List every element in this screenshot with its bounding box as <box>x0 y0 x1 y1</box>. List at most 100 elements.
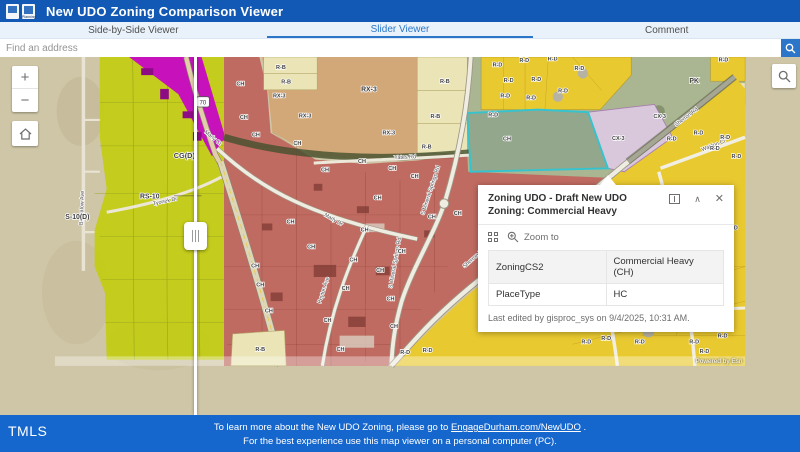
feature-popup: Zoning UDO - Draft New UDO Zoning: Comme… <box>478 185 734 332</box>
zone-label: R-D <box>500 94 510 100</box>
zone-label: R-D <box>720 135 730 141</box>
zone-label: R-D <box>531 77 541 83</box>
zone-label: R-B <box>276 65 286 71</box>
zone-label: CG(D) <box>174 151 196 160</box>
collapse-popup-button[interactable]: ∧ <box>694 195 701 204</box>
zone-label: RX-3 <box>382 131 395 137</box>
tab-comment[interactable]: Comment <box>533 22 800 38</box>
zone-label: R-D <box>581 339 591 345</box>
address-search-input[interactable] <box>0 39 781 57</box>
zone-label: CH <box>256 282 264 288</box>
app-footer: TMLS To learn more about the New UDO Zon… <box>0 415 800 452</box>
zone-label: CH <box>324 318 332 324</box>
zone-label: R-D <box>689 339 699 345</box>
map-canvas[interactable]: 70 <box>0 57 800 415</box>
zone-label: CH <box>398 249 406 255</box>
zone-label: CH <box>336 347 344 353</box>
zone-label: R-D <box>504 78 514 84</box>
zone-label: RX-3 <box>361 87 377 94</box>
durham-city-logo-icon <box>6 4 19 19</box>
zone-label: CH <box>236 81 244 87</box>
zone-label: CH <box>252 132 260 138</box>
engage-durham-link[interactable]: EngageDurham.com/NewUDO <box>451 422 581 433</box>
zone-label: R-D <box>558 88 568 94</box>
road-label: Yates Rd <box>394 154 416 161</box>
zone-label: CH <box>321 168 329 174</box>
zone-label: CH <box>349 257 357 263</box>
zone-label: R-D <box>575 66 585 72</box>
app-window: Planning New UDO Zoning Comparison Viewe… <box>0 0 800 452</box>
zone-label: CH <box>307 245 315 251</box>
swipe-slider-handle[interactable] <box>184 222 207 250</box>
page-title: New UDO Zoning Comparison Viewer <box>46 4 283 19</box>
home-icon <box>19 128 32 140</box>
dock-popup-button[interactable] <box>669 194 680 204</box>
zone-label: R-B <box>255 347 265 353</box>
zone-label: R-D <box>635 339 645 345</box>
zoom-to-button[interactable]: Zoom to <box>507 231 559 243</box>
zone-label: CX-3 <box>653 114 666 120</box>
tab-side-by-side-viewer[interactable]: Side-by-Side Viewer <box>0 22 267 38</box>
zone-label: CH <box>411 174 419 180</box>
zone-label: R-D <box>488 113 498 119</box>
zone-label: R-D <box>519 58 529 64</box>
home-button[interactable] <box>12 121 38 146</box>
app-header: Planning New UDO Zoning Comparison Viewe… <box>0 0 800 22</box>
zone-label: RX-3 <box>273 94 286 100</box>
planning-logo-icon: Planning <box>22 4 35 19</box>
zone-label: R-D <box>694 131 704 137</box>
zone-label: CH <box>361 227 369 233</box>
zone-label: CH <box>265 308 273 314</box>
popup-pointer <box>600 175 616 185</box>
zone-label: R-B <box>281 80 291 86</box>
zone-label: R-D <box>423 348 433 354</box>
zone-label: R-D <box>548 57 558 62</box>
tab-slider-viewer[interactable]: Slider Viewer <box>267 22 534 38</box>
route-70-shield: 70 <box>196 97 209 107</box>
zone-label: R-D <box>719 57 729 63</box>
zone-label: CH <box>293 141 301 147</box>
field-name: PlaceType <box>489 284 607 306</box>
zone-label: CX-3 <box>612 136 625 142</box>
field-value: Commercial Heavy (CH) <box>606 251 724 284</box>
zone-label: R-D <box>601 336 611 342</box>
zone-label: R-D <box>732 154 742 160</box>
zone-label: R-D <box>493 62 503 68</box>
zone-label: R-B <box>422 144 432 150</box>
field-value: HC <box>606 284 724 306</box>
zone-label: CH <box>388 166 396 172</box>
zone-label: RS-10 <box>140 193 160 200</box>
zone-label: R-D <box>400 350 410 356</box>
zone-label: R-D <box>700 349 710 355</box>
zone-label: R-D <box>526 95 536 101</box>
map-search-button[interactable] <box>772 64 796 88</box>
zone-label: CH <box>286 219 294 225</box>
zone-label: CH <box>358 159 366 165</box>
map-attribution: Powered by Esri <box>695 358 742 365</box>
search-icon <box>785 43 796 54</box>
svg-text:70: 70 <box>200 100 207 106</box>
zoom-in-button[interactable]: + <box>12 66 38 89</box>
footer-message: To learn more about the New UDO Zoning, … <box>0 421 800 449</box>
close-popup-button[interactable]: ✕ <box>715 194 724 204</box>
zone-label: R-D <box>667 137 677 143</box>
zoom-out-button[interactable]: − <box>12 89 38 112</box>
zoom-to-icon <box>507 231 519 243</box>
tab-bar: Side-by-Side Viewer Slider Viewer Commen… <box>0 22 800 39</box>
zone-label: R-D <box>710 146 720 152</box>
zone-label: CH <box>240 115 248 121</box>
zone-label: S-10(D) <box>65 214 89 221</box>
zone-label: R-D <box>718 333 728 339</box>
zone-label: RX-3 <box>299 113 312 119</box>
feature-menu-button[interactable] <box>488 232 498 242</box>
selected-feature-ch[interactable] <box>467 110 608 172</box>
popup-title: Zoning UDO - Draft New UDO Zoning: Comme… <box>488 192 644 218</box>
map-search-icon <box>778 70 791 83</box>
zone-label: CH <box>390 324 398 330</box>
zone-label: CH <box>503 137 511 143</box>
search-button[interactable] <box>781 39 800 57</box>
zone-label: CH <box>342 286 350 292</box>
zone-label: CH <box>374 195 382 201</box>
zone-label: R-B <box>430 114 440 120</box>
table-row: PlaceType HC <box>489 284 724 306</box>
